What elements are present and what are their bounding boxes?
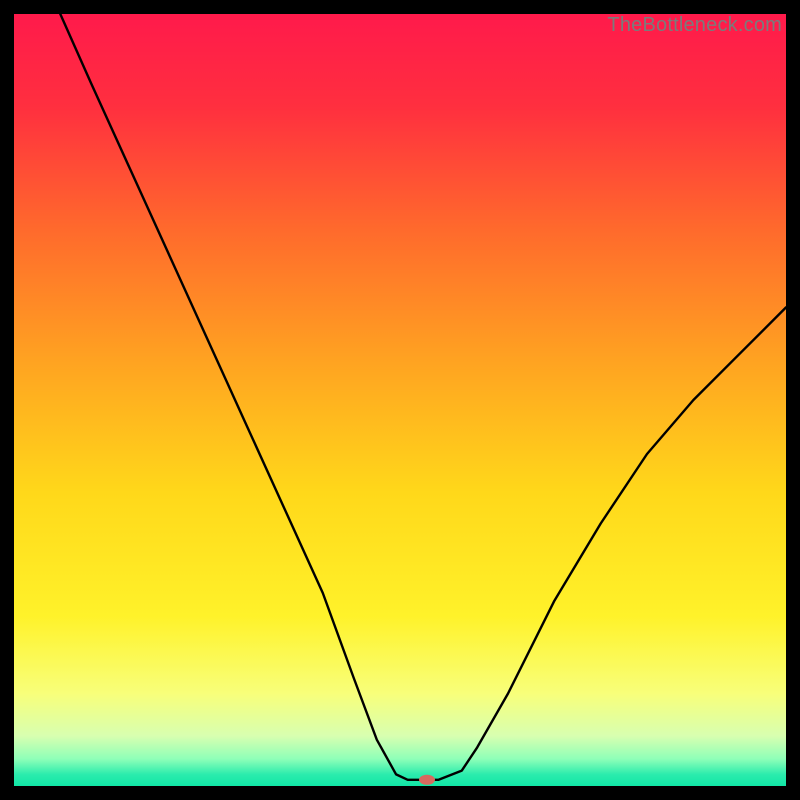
optimal-point-marker [419,775,435,785]
watermark-text: TheBottleneck.com [607,14,782,37]
bottleneck-chart [14,14,786,786]
chart-frame: TheBottleneck.com [14,14,786,786]
chart-background [14,14,786,786]
